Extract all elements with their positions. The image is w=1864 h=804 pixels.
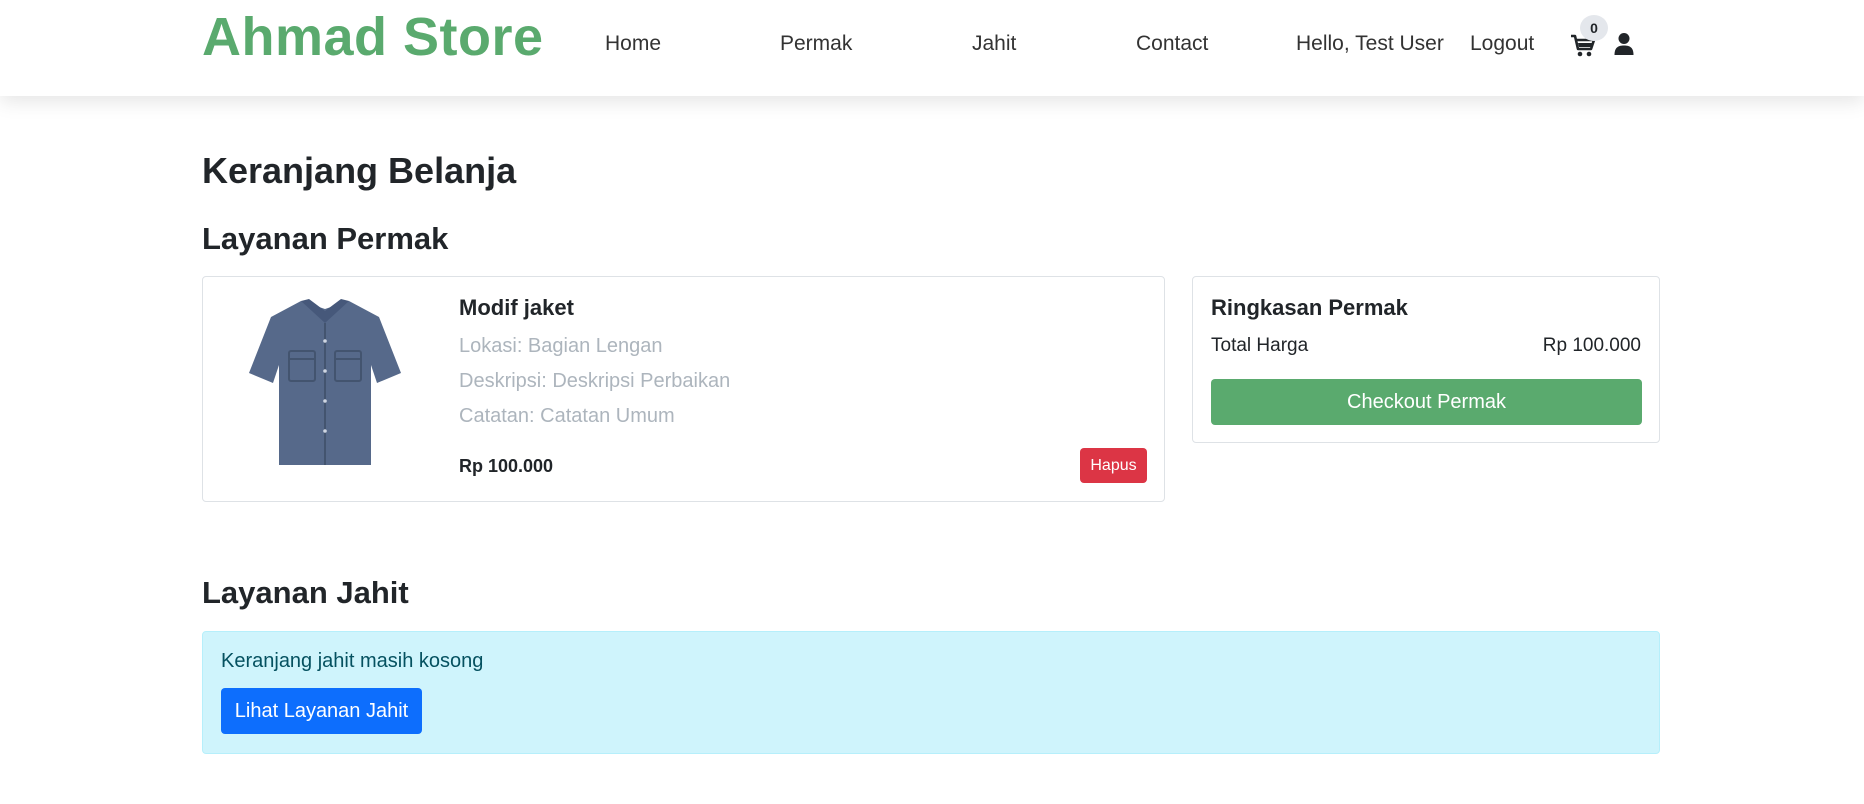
nav-link-permak[interactable]: Permak: [780, 32, 852, 56]
item-lokasi: Lokasi: Bagian Lengan: [459, 335, 663, 357]
permak-item-card: Modif jaket Lokasi: Bagian Lengan Deskri…: [202, 276, 1165, 502]
total-label: Total Harga: [1211, 335, 1309, 356]
shirt-image: [241, 295, 409, 467]
item-price: Rp 100.000: [459, 456, 554, 476]
navbar-inner: Ahmad Store Home Permak Jahit Contact He…: [202, 0, 1660, 96]
empty-message: Keranjang jahit masih kosong: [221, 650, 484, 672]
logout-link[interactable]: Logout: [1470, 32, 1534, 56]
brand-logo[interactable]: Ahmad Store: [202, 6, 544, 68]
total-value: Rp 100.000: [1542, 335, 1641, 356]
nav-link-jahit[interactable]: Jahit: [972, 32, 1016, 56]
checkout-permak-button[interactable]: Checkout Permak: [1211, 379, 1642, 425]
jahit-section-title: Layanan Jahit: [202, 575, 409, 610]
permak-summary-card: Ringkasan Permak Total Harga Rp 100.000 …: [1192, 276, 1660, 443]
permak-section-title: Layanan Permak: [202, 221, 449, 256]
page-title: Keranjang Belanja: [202, 150, 517, 191]
navbar: Ahmad Store Home Permak Jahit Contact He…: [0, 0, 1864, 96]
nav-link-home[interactable]: Home: [605, 32, 661, 56]
user-icon[interactable]: [1613, 32, 1637, 58]
view-jahit-button[interactable]: Lihat Layanan Jahit: [221, 688, 422, 734]
summary-title: Ringkasan Permak: [1211, 295, 1408, 320]
cart-count-badge: 0: [1580, 15, 1608, 41]
user-greeting: Hello, Test User: [1296, 32, 1444, 55]
delete-item-button[interactable]: Hapus: [1080, 448, 1147, 483]
item-title: Modif jaket: [459, 295, 574, 320]
nav-link-contact[interactable]: Contact: [1136, 32, 1208, 56]
jahit-empty-alert: Keranjang jahit masih kosong Lihat Layan…: [202, 631, 1660, 754]
item-catatan: Catatan: Catatan Umum: [459, 405, 675, 427]
item-deskripsi: Deskripsi: Deskripsi Perbaikan: [459, 370, 731, 392]
